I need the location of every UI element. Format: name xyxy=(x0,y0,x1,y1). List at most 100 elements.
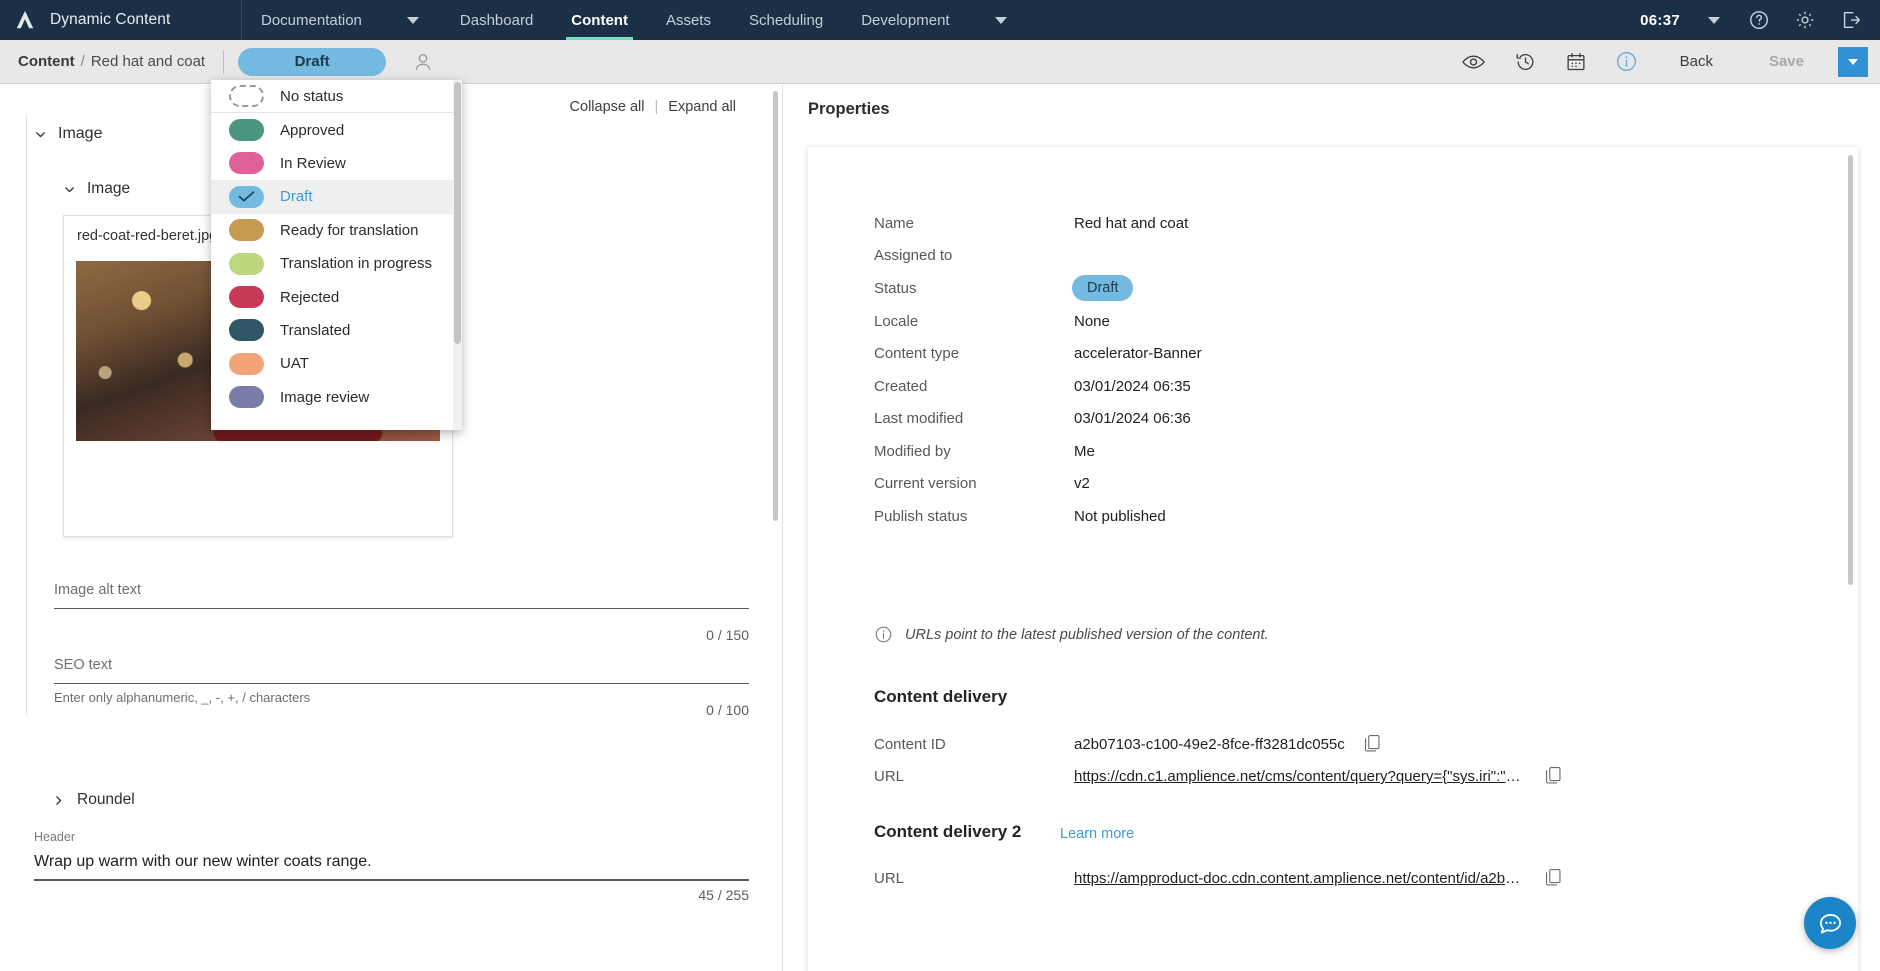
status-option-rejected[interactable]: Rejected xyxy=(211,280,454,313)
nav-item-assets[interactable]: Assets xyxy=(647,0,730,40)
status-dropdown-button[interactable]: Draft xyxy=(238,47,387,76)
back-button[interactable]: Back xyxy=(1680,53,1713,70)
status-color-swatch xyxy=(229,319,264,342)
documentation-chevron-down-icon[interactable] xyxy=(406,16,419,24)
property-key: URL xyxy=(874,768,905,785)
properties-card: Name Red hat and coat Assigned to Status… xyxy=(808,147,1858,971)
property-row-current-version: Current version v2 xyxy=(874,475,1818,497)
logout-icon[interactable] xyxy=(1840,9,1862,31)
header-value[interactable]: Wrap up warm with our new winter coats r… xyxy=(34,853,749,871)
clock-history-icon[interactable] xyxy=(1514,51,1537,73)
property-key: Content type xyxy=(874,345,960,362)
field-header: Header Wrap up warm with our new winter … xyxy=(34,830,749,903)
status-option-no-status[interactable]: No status xyxy=(211,80,454,114)
property-row-modified-by: Modified by Me xyxy=(874,443,1818,465)
property-key: Publish status xyxy=(874,508,968,525)
content-delivery-2-url[interactable]: https://ampproduct-doc.cdn.content.ampli… xyxy=(1074,870,1524,887)
urls-note: URLs point to the latest published versi… xyxy=(874,625,1818,644)
status-color-swatch xyxy=(229,152,264,175)
help-circle-icon[interactable] xyxy=(1748,9,1770,31)
nav-item-assets-label: Assets xyxy=(665,11,711,29)
nav-item-dashboard[interactable]: Dashboard xyxy=(441,0,552,40)
accordion-roundel-label: Roundel xyxy=(77,791,135,808)
property-row-status: Status Draft xyxy=(874,275,1818,302)
accordion-roundel[interactable]: Roundel xyxy=(52,791,135,809)
status-option-approved[interactable]: Approved xyxy=(211,113,454,146)
status-dropdown-list: No status Approved In Review Draft Ready for… xyxy=(211,80,454,430)
status-color-swatch xyxy=(229,252,264,275)
seo-text-counter: 0 / 100 xyxy=(706,702,749,718)
calendar-icon[interactable] xyxy=(1565,51,1587,73)
property-key: Content ID xyxy=(874,736,946,753)
status-option-image-review[interactable]: Image review xyxy=(211,381,454,414)
chat-button[interactable] xyxy=(1804,897,1856,949)
save-button: Save xyxy=(1768,53,1804,70)
copy-icon[interactable] xyxy=(1364,734,1381,758)
status-option-translated[interactable]: Translated xyxy=(211,314,454,347)
save-options-button[interactable] xyxy=(1838,46,1868,77)
breadcrumb-leaf: Red hat and coat xyxy=(90,53,206,70)
property-key: Modified by xyxy=(874,443,951,460)
chevron-down-icon xyxy=(65,186,74,192)
sub-header-bar: Content / Red hat and coat Draft Back Sa… xyxy=(0,40,1880,84)
copy-icon[interactable] xyxy=(1545,766,1562,790)
nav-item-development[interactable]: Development xyxy=(842,0,968,40)
property-row-last-modified: Last modified 03/01/2024 06:36 xyxy=(874,410,1818,432)
status-option-draft[interactable]: Draft xyxy=(211,180,454,214)
status-color-swatch xyxy=(229,386,264,409)
eye-icon[interactable] xyxy=(1461,51,1486,73)
nav-item-documentation[interactable]: Documentation xyxy=(242,0,381,40)
accordion-image-group[interactable]: Image xyxy=(34,125,102,143)
property-key: Current version xyxy=(874,475,977,492)
header-input-underline[interactable] xyxy=(34,879,749,881)
property-key: Created xyxy=(874,378,928,395)
seo-text-helper: Enter only alphanumeric, _, -, +, / char… xyxy=(54,690,311,705)
development-chevron-down-icon[interactable] xyxy=(994,16,1007,24)
brand-area[interactable]: Dynamic Content xyxy=(0,0,242,40)
status-option-ready-for-translation[interactable]: Ready for translation xyxy=(211,214,454,247)
chevron-down-icon xyxy=(36,131,45,137)
copy-icon[interactable] xyxy=(1545,868,1562,892)
property-value: Me xyxy=(1074,443,1095,460)
content-id-value: a2b07103-c100-49e2-8fce-ff3281dc055c xyxy=(1074,736,1345,753)
brand-name: Dynamic Content xyxy=(50,11,171,28)
seo-text-input[interactable] xyxy=(54,683,749,684)
property-row-delivery2-url: URL https://ampproduct-doc.cdn.content.a… xyxy=(874,868,1818,892)
content-delivery-heading: Content delivery xyxy=(874,687,1008,706)
person-icon[interactable] xyxy=(412,51,434,73)
property-value: 03/01/2024 06:36 xyxy=(1074,410,1191,427)
field-image-alt-text: Image alt text 0 / 150 xyxy=(54,582,749,643)
properties-title: Properties xyxy=(808,100,890,118)
status-dropdown-scrollbar[interactable] xyxy=(454,82,461,344)
status-option-label: Ready for translation xyxy=(280,221,419,239)
status-option-translation-in-progress[interactable]: Translation in progress xyxy=(211,247,454,280)
info-circle-icon[interactable] xyxy=(1615,50,1638,73)
content-delivery-url[interactable]: https://cdn.c1.amplience.net/cms/content… xyxy=(1074,768,1524,785)
form-scrollbar[interactable] xyxy=(773,91,778,521)
property-value: v2 xyxy=(1074,475,1090,492)
status-option-label: Draft xyxy=(280,188,313,206)
status-option-label: UAT xyxy=(280,355,309,373)
gear-icon[interactable] xyxy=(1794,9,1816,31)
learn-more-link[interactable]: Learn more xyxy=(1060,826,1134,842)
user-menu-chevron-down-icon[interactable] xyxy=(1708,16,1720,24)
property-row-content-id: Content ID a2b07103-c100-49e2-8fce-ff328… xyxy=(874,734,1818,758)
nav-item-scheduling[interactable]: Scheduling xyxy=(730,0,842,40)
property-row-delivery-url: URL https://cdn.c1.amplience.net/cms/con… xyxy=(874,766,1818,790)
property-value: accelerator-Banner xyxy=(1074,345,1202,362)
nav-item-documentation-label: Documentation xyxy=(261,11,362,29)
image-alt-text-input[interactable] xyxy=(54,608,749,609)
status-badge[interactable]: Draft xyxy=(1072,275,1134,301)
image-alt-text-label: Image alt text xyxy=(54,582,142,598)
status-option-in-review[interactable]: In Review xyxy=(211,147,454,180)
property-key: Name xyxy=(874,215,915,232)
properties-scrollbar[interactable] xyxy=(1848,155,1853,585)
status-option-label: Translation in progress xyxy=(280,255,433,273)
nav-item-content[interactable]: Content xyxy=(552,0,647,40)
breadcrumb-root[interactable]: Content xyxy=(18,53,75,70)
content-delivery-2-heading: Content delivery 2 xyxy=(874,822,1022,841)
status-option-uat[interactable]: UAT xyxy=(211,347,454,380)
status-dropdown-scroll-track[interactable] xyxy=(453,80,462,430)
amplience-logo-icon xyxy=(16,10,34,29)
accordion-image-subgroup[interactable]: Image xyxy=(63,180,130,198)
